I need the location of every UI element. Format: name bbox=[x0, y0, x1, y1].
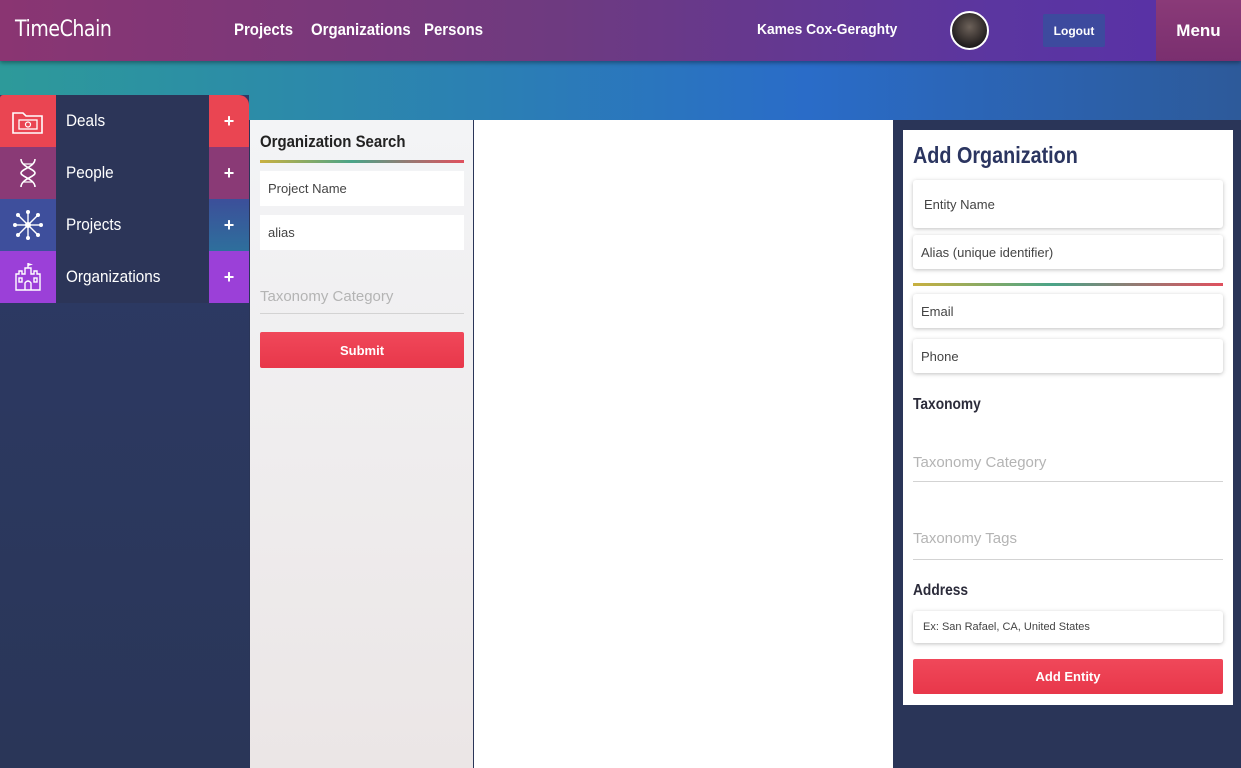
sidebar-item-label: Projects bbox=[56, 199, 209, 251]
taxonomy-category-select[interactable]: Taxonomy Category bbox=[260, 288, 464, 314]
sidebar-item-deals[interactable]: Deals + bbox=[0, 95, 249, 147]
organization-search-panel: Organization Search Project Name alias T… bbox=[250, 120, 473, 768]
sidebar-item-label: Organizations bbox=[56, 251, 209, 303]
alias-input[interactable]: alias bbox=[260, 215, 464, 250]
dna-icon bbox=[0, 147, 56, 199]
nav-persons[interactable]: Persons bbox=[424, 20, 483, 40]
phone-field[interactable]: Phone bbox=[913, 339, 1223, 373]
sidebar-item-organizations[interactable]: Organizations + bbox=[0, 251, 249, 303]
address-heading: Address bbox=[913, 582, 969, 599]
network-icon bbox=[0, 199, 56, 251]
brand-logo[interactable]: TimeChain bbox=[15, 17, 112, 42]
taxonomy-heading: Taxonomy bbox=[913, 396, 981, 413]
address-input[interactable]: Ex: San Rafael, CA, United States bbox=[913, 611, 1223, 643]
sidebar: Deals + People + Projects + Organization… bbox=[0, 95, 249, 768]
form-divider bbox=[913, 283, 1223, 286]
avatar[interactable] bbox=[950, 11, 989, 50]
taxonomy-category-select[interactable]: Taxonomy Category bbox=[913, 454, 1223, 482]
project-name-input[interactable]: Project Name bbox=[260, 171, 464, 206]
logout-button[interactable]: Logout bbox=[1043, 14, 1105, 47]
alias-input[interactable]: Alias (unique identifier) bbox=[913, 235, 1223, 269]
add-project-button[interactable]: + bbox=[209, 199, 249, 251]
nav-projects[interactable]: Projects bbox=[234, 20, 293, 40]
nav-organizations[interactable]: Organizations bbox=[311, 20, 411, 40]
add-entity-button[interactable]: Add Entity bbox=[913, 659, 1223, 694]
add-organization-form: Add Organization Entity Name Alias (uniq… bbox=[903, 130, 1233, 705]
sidebar-item-label: Deals bbox=[56, 95, 209, 147]
entity-name-input[interactable]: Entity Name bbox=[913, 180, 1223, 228]
title-divider bbox=[260, 160, 464, 163]
results-area bbox=[474, 120, 893, 768]
sidebar-item-projects[interactable]: Projects + bbox=[0, 199, 249, 251]
form-title: Add Organization bbox=[913, 142, 1078, 168]
email-field[interactable]: Email bbox=[913, 294, 1223, 328]
top-navbar: TimeChain Projects Organizations Persons… bbox=[0, 0, 1241, 61]
taxonomy-tags-input[interactable]: Taxonomy Tags bbox=[913, 530, 1223, 560]
add-organization-button[interactable]: + bbox=[209, 251, 249, 303]
add-deal-button[interactable]: + bbox=[209, 95, 249, 147]
user-name: Kames Cox-Geraghty bbox=[757, 21, 898, 38]
sidebar-item-label: People bbox=[56, 147, 209, 199]
submit-button[interactable]: Submit bbox=[260, 332, 464, 368]
castle-icon bbox=[0, 251, 56, 303]
folder-money-icon bbox=[0, 95, 56, 147]
add-person-button[interactable]: + bbox=[209, 147, 249, 199]
menu-button[interactable]: Menu bbox=[1156, 0, 1241, 61]
sidebar-item-people[interactable]: People + bbox=[0, 147, 249, 199]
search-title: Organization Search bbox=[260, 132, 406, 151]
